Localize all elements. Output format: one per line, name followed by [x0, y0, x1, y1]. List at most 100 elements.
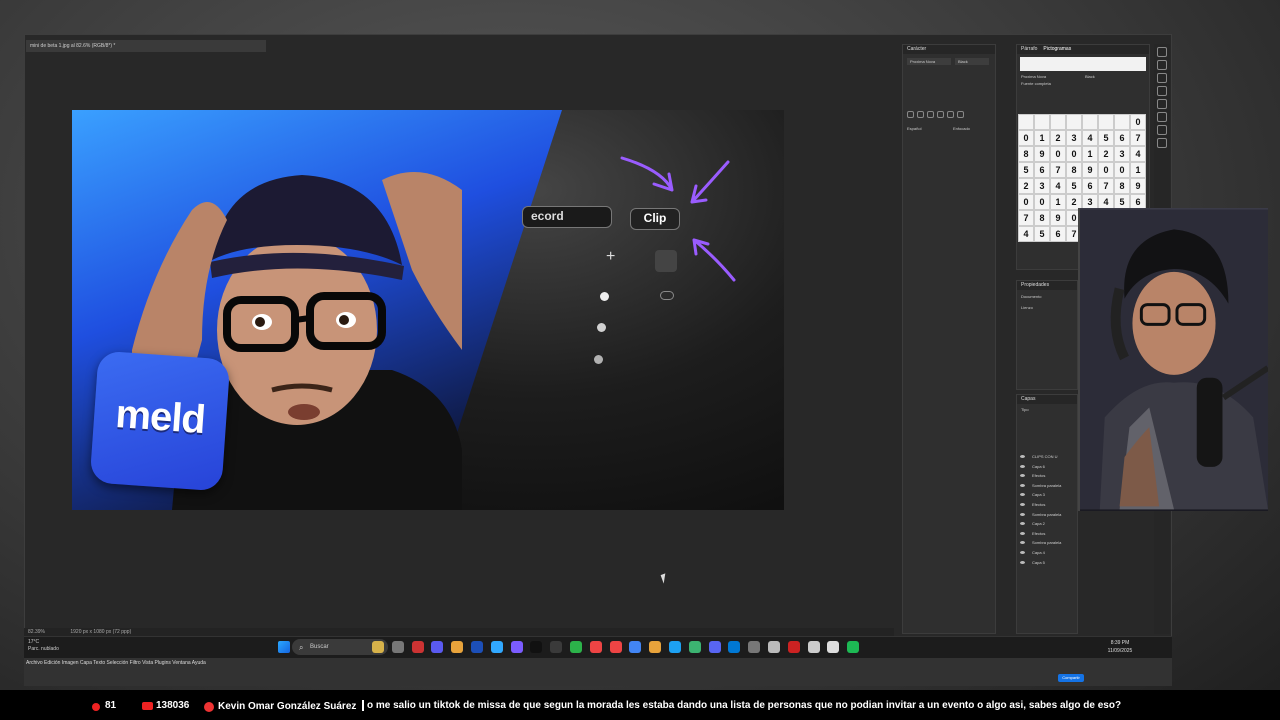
taskbar-app-icon[interactable]: [847, 641, 860, 653]
glyph-cell[interactable]: 4: [1050, 178, 1066, 194]
taskbar-app-icon[interactable]: [688, 641, 701, 653]
lasso-tool-icon[interactable]: [1157, 73, 1167, 83]
glyph-cell[interactable]: 2: [1018, 178, 1034, 194]
taskbar-app-icon[interactable]: [391, 641, 404, 653]
glyph-cell[interactable]: 7: [1018, 210, 1034, 226]
zoom-level[interactable]: 82.39%: [28, 629, 45, 635]
glyph-cell[interactable]: 7: [1130, 130, 1146, 146]
move-tool-icon[interactable]: [1157, 47, 1167, 57]
italic-icon[interactable]: [917, 111, 924, 118]
taskbar-app-icon[interactable]: [431, 641, 444, 653]
glyph-cell[interactable]: 1: [1034, 130, 1050, 146]
glyph-cell[interactable]: 5: [1018, 162, 1034, 178]
glyph-set-select[interactable]: Fuente completa: [1017, 79, 1149, 88]
glyph-cell[interactable]: 6: [1034, 162, 1050, 178]
eye-icon[interactable]: [1020, 455, 1025, 458]
glyph-cell[interactable]: 2: [1098, 146, 1114, 162]
hand-tool-icon[interactable]: [1157, 138, 1167, 148]
taskbar-app-icon[interactable]: [787, 641, 800, 653]
weather-widget[interactable]: 17°C Parc. nublado: [28, 639, 59, 653]
glyph-cell[interactable]: 9: [1130, 178, 1146, 194]
glyph-cell[interactable]: 2: [1050, 130, 1066, 146]
taskbar-app-icon[interactable]: [768, 641, 780, 653]
glyph-cell[interactable]: 0: [1098, 162, 1114, 178]
glyph-cell[interactable]: 0: [1114, 162, 1130, 178]
glyph-cell[interactable]: 3: [1034, 178, 1050, 194]
taskbar-app-icon[interactable]: [530, 641, 543, 653]
glyph-cell[interactable]: 6: [1114, 130, 1130, 146]
glyph-cell[interactable]: [1018, 114, 1034, 130]
superscript-icon[interactable]: [947, 111, 954, 118]
start-icon[interactable]: [278, 641, 290, 653]
layer-row[interactable]: CLIPS CON U: [1018, 452, 1076, 461]
eye-icon[interactable]: [1020, 551, 1025, 554]
font-style-select[interactable]: Black: [955, 58, 989, 65]
eye-icon[interactable]: [1020, 560, 1025, 564]
taskbar-app-icon[interactable]: [807, 641, 820, 653]
layer-row[interactable]: Capa 2: [1018, 519, 1076, 528]
glyph-cell[interactable]: 9: [1034, 146, 1050, 162]
taskbar-app-icon[interactable]: [609, 641, 622, 653]
language-select[interactable]: Español: [907, 126, 947, 131]
layer-row[interactable]: Capa 6: [1018, 462, 1076, 471]
taskbar-app-icon[interactable]: [827, 641, 840, 653]
glyph-cell[interactable]: 8: [1018, 146, 1034, 162]
glyph-style-select[interactable]: Black: [1085, 74, 1095, 79]
glyph-cell[interactable]: 0: [1066, 146, 1082, 162]
taskbar-app-icon[interactable]: [649, 641, 662, 653]
system-clock[interactable]: 8:39 PM 11/09/2025: [1100, 639, 1140, 657]
glyph-cell[interactable]: [1034, 114, 1050, 130]
glyph-cell[interactable]: 6: [1050, 226, 1066, 242]
glyph-font-select[interactable]: Proxima Nova: [1021, 74, 1081, 79]
glyph-cell[interactable]: 1: [1050, 194, 1066, 210]
glyph-cell[interactable]: 8: [1114, 178, 1130, 194]
taskbar-app-icon[interactable]: [748, 641, 761, 653]
thumbnail-canvas[interactable]: meld ecord Clip +: [72, 110, 784, 510]
glyph-cell[interactable]: 3: [1114, 146, 1130, 162]
crop-tool-icon[interactable]: [1157, 86, 1167, 96]
glyph-cell[interactable]: 0: [1018, 194, 1034, 210]
eye-icon[interactable]: [1020, 531, 1025, 535]
glyph-cell[interactable]: [1082, 114, 1098, 130]
eye-icon[interactable]: [1020, 503, 1025, 506]
eye-icon[interactable]: [1020, 512, 1025, 516]
glyph-cell[interactable]: [1114, 114, 1130, 130]
glyph-cell[interactable]: 0: [1034, 194, 1050, 210]
underline-icon[interactable]: [957, 111, 964, 118]
shape-tool-icon[interactable]: [1157, 125, 1167, 135]
glyph-cell[interactable]: 3: [1066, 130, 1082, 146]
glyph-cell[interactable]: 0: [1130, 114, 1146, 130]
taskbar-app-icon[interactable]: [589, 641, 602, 653]
document-tab[interactable]: mini de beta 1.jpg al 82.6% (RGB/8*) *: [26, 40, 266, 52]
layer-row[interactable]: Capa 3: [1018, 490, 1076, 499]
glyph-cell[interactable]: 8: [1034, 210, 1050, 226]
glyph-cell[interactable]: 0: [1018, 130, 1034, 146]
layer-row[interactable]: Capa 5: [1018, 558, 1076, 567]
text-tool-icon[interactable]: [1157, 112, 1167, 122]
layer-row[interactable]: Capa 4: [1018, 548, 1076, 557]
glyph-cell[interactable]: 4: [1082, 130, 1098, 146]
taskbar-app-icon[interactable]: [570, 641, 582, 653]
taskbar-app-icon[interactable]: [490, 641, 503, 653]
brush-tool-icon[interactable]: [1157, 99, 1167, 109]
glyph-cell[interactable]: 1: [1082, 146, 1098, 162]
glyph-cell[interactable]: 1: [1130, 162, 1146, 178]
glyph-cell[interactable]: 5: [1034, 226, 1050, 242]
layer-row[interactable]: Efectos: [1018, 471, 1076, 480]
taskbar-app-icon[interactable]: [728, 641, 741, 653]
menu-items[interactable]: Archivo Edición Imagen Capa Texto Selecc…: [26, 660, 206, 666]
eye-icon[interactable]: [1020, 483, 1025, 487]
taskbar-app-icon[interactable]: [669, 641, 681, 653]
taskbar-app-icon[interactable]: [550, 641, 563, 653]
taskbar-app-icon[interactable]: [510, 641, 523, 653]
glyph-cell[interactable]: [1098, 114, 1114, 130]
glyph-cell[interactable]: 8: [1066, 162, 1082, 178]
glyph-cell[interactable]: 5: [1098, 130, 1114, 146]
taskbar-app-icon[interactable]: [372, 641, 384, 653]
glyph-cell[interactable]: [1050, 114, 1066, 130]
taskbar-app-icon[interactable]: [708, 641, 721, 653]
taskbar-app-icon[interactable]: [411, 641, 424, 653]
antialias-select[interactable]: Enfocado: [953, 126, 970, 131]
layer-row[interactable]: Efectos: [1018, 529, 1076, 538]
caps-icon[interactable]: [927, 111, 934, 118]
